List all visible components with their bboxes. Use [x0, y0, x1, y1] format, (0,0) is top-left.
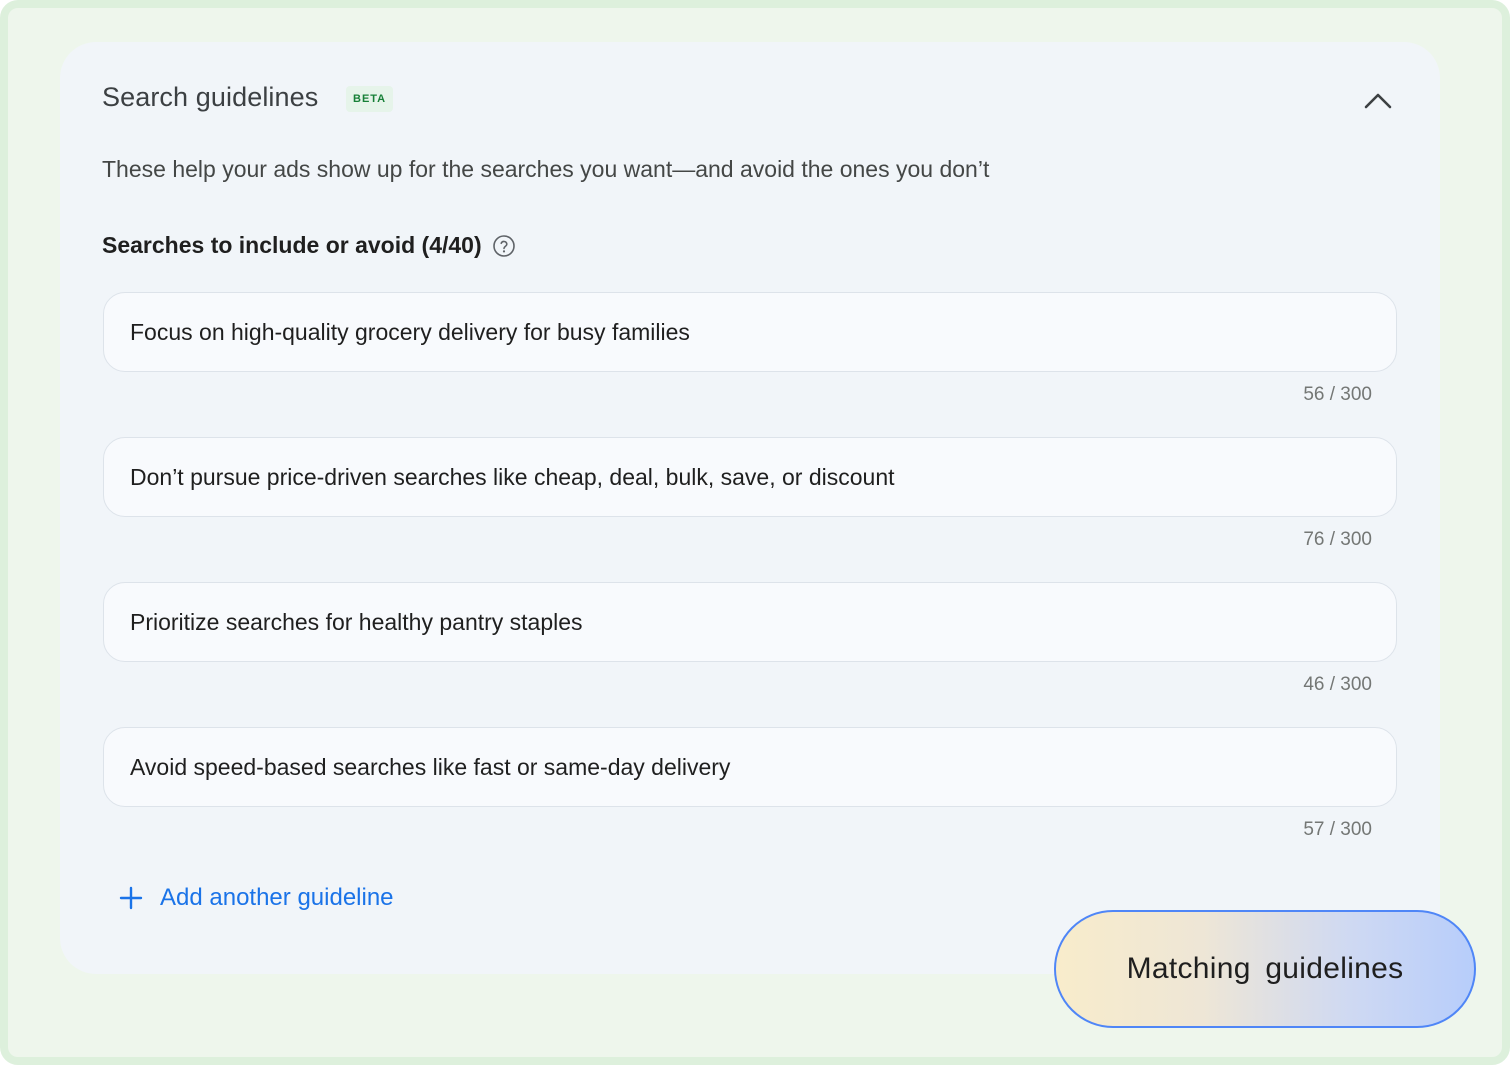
- guideline-input[interactable]: Don’t pursue price-driven searches like …: [103, 437, 1397, 517]
- guideline-input[interactable]: Prioritize searches for healthy pantry s…: [103, 582, 1397, 662]
- matching-guidelines-label: Matching guidelines: [1126, 952, 1404, 985]
- guideline-input[interactable]: Avoid speed-based searches like fast or …: [103, 727, 1397, 807]
- character-counter: 76 / 300: [1303, 529, 1372, 550]
- add-guideline-label: Add another guideline: [160, 884, 394, 911]
- character-counter: 57 / 300: [1303, 819, 1372, 840]
- guideline-input-value: Focus on high-quality grocery delivery f…: [130, 318, 690, 345]
- collapse-button[interactable]: [1356, 78, 1400, 122]
- character-counter: 56 / 300: [1303, 384, 1372, 405]
- guideline-input-value: Prioritize searches for healthy pantry s…: [130, 608, 583, 635]
- plus-icon: [118, 885, 144, 911]
- guideline-input[interactable]: Focus on high-quality grocery delivery f…: [103, 292, 1397, 372]
- guidelines-label: Searches to include or avoid (4/40): [102, 232, 516, 259]
- add-guideline-button[interactable]: Add another guideline: [118, 884, 394, 912]
- section-description: These help your ads show up for the sear…: [102, 156, 990, 182]
- section-title: Search guidelines: [102, 82, 319, 112]
- guideline-input-value: Don’t pursue price-driven searches like …: [130, 463, 895, 490]
- chevron-up-icon: [1364, 93, 1392, 109]
- help-circle-icon[interactable]: [492, 234, 516, 258]
- character-counter: 46 / 300: [1303, 674, 1372, 695]
- beta-badge: BETA: [346, 86, 394, 112]
- guideline-input-value: Avoid speed-based searches like fast or …: [130, 753, 731, 780]
- matching-guidelines-pill[interactable]: Matching guidelines: [1054, 910, 1476, 1028]
- guidelines-label-text: Searches to include or avoid (4/40): [102, 232, 482, 258]
